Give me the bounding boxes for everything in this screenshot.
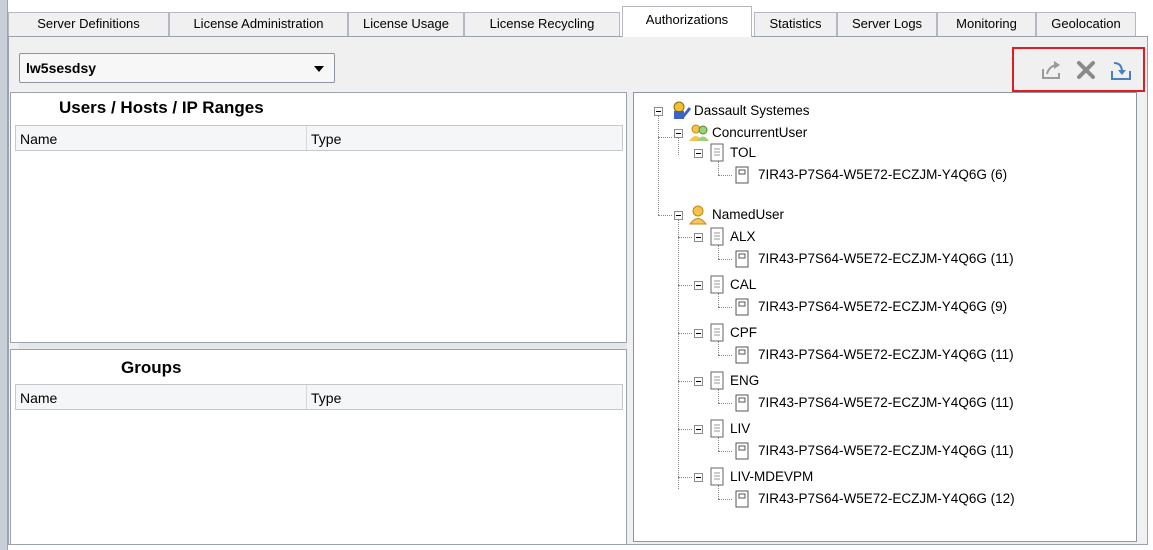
document-icon	[708, 143, 726, 169]
tree-node-root[interactable]: Dassault Systemes	[650, 101, 870, 121]
document-icon	[708, 371, 726, 397]
tree-node-product-label: CAL	[730, 277, 757, 292]
tab-strip: Server Definitions License Administratio…	[8, 6, 1148, 37]
export-icon[interactable]	[1040, 59, 1062, 81]
license-key-icon	[734, 165, 750, 191]
users-panel-title: Users / Hosts / IP Ranges	[59, 98, 264, 117]
license-key-icon	[734, 393, 750, 419]
users-col-name[interactable]: Name	[20, 131, 57, 147]
tree-node-product[interactable]: ALX	[690, 227, 910, 247]
tree-node-license-label: 7IR43-P7S64-W5E72-ECZJM-Y4Q6G (11)	[758, 443, 1014, 458]
users-hosts-panel: Users / Hosts / IP Ranges Name Type	[10, 92, 627, 343]
tab-license-recycling[interactable]: License Recycling	[464, 12, 620, 36]
collapse-icon[interactable]	[674, 129, 683, 138]
collapse-icon[interactable]	[654, 107, 663, 116]
tree-node-license[interactable]: 7IR43-P7S64-W5E72-ECZJM-Y4Q6G (12)	[734, 489, 1094, 509]
tree-node-tol-license-label: 7IR43-P7S64-W5E72-ECZJM-Y4Q6G (6)	[758, 167, 1008, 182]
tree-node-product-label: ENG	[730, 373, 760, 388]
document-icon	[708, 275, 726, 301]
tab-statistics[interactable]: Statistics	[754, 12, 837, 36]
tree-node-concurrent-user-label: ConcurrentUser	[712, 125, 808, 140]
server-select[interactable]: lw5sesdsy	[19, 53, 335, 83]
tree-node-license-label: 7IR43-P7S64-W5E72-ECZJM-Y4Q6G (11)	[758, 347, 1014, 362]
tab-server-definitions[interactable]: Server Definitions	[8, 12, 169, 36]
tab-geolocation[interactable]: Geolocation	[1036, 12, 1136, 36]
collapse-icon[interactable]	[674, 211, 683, 220]
tree-node-product[interactable]: CAL	[690, 275, 910, 295]
groups-table-header: Name Type	[15, 384, 623, 410]
tab-server-logs[interactable]: Server Logs	[837, 12, 937, 36]
tree-node-named-user-label: NamedUser	[712, 207, 785, 222]
tab-monitoring[interactable]: Monitoring	[937, 12, 1036, 36]
tree-node-concurrent-user[interactable]: ConcurrentUser	[670, 123, 890, 143]
groups-panel-title: Groups	[121, 358, 182, 377]
license-key-icon	[734, 441, 750, 467]
users-col-type[interactable]: Type	[311, 131, 341, 147]
tree-node-license[interactable]: 7IR43-P7S64-W5E72-ECZJM-Y4Q6G (9)	[734, 297, 1094, 317]
license-key-icon	[734, 489, 750, 515]
collapse-icon[interactable]	[694, 329, 703, 338]
tree-node-product[interactable]: LIV	[690, 419, 910, 439]
column-separator[interactable]	[306, 385, 307, 409]
tree-node-license[interactable]: 7IR43-P7S64-W5E72-ECZJM-Y4Q6G (11)	[734, 393, 1094, 413]
license-key-icon	[734, 297, 750, 323]
tree-node-tol-label: TOL	[730, 145, 757, 160]
collapse-icon[interactable]	[694, 473, 703, 482]
tree-node-product[interactable]: ENG	[690, 371, 910, 391]
tree-node-product-label: CPF	[730, 325, 757, 340]
authorizations-panel: lw5sesdsy Users / Hosts / IP Ranges Name…	[8, 36, 1148, 545]
collapse-icon[interactable]	[694, 233, 703, 242]
collapse-icon[interactable]	[694, 425, 703, 434]
collapse-icon[interactable]	[694, 281, 703, 290]
import-icon[interactable]	[1110, 59, 1132, 81]
collapse-icon[interactable]	[694, 377, 703, 386]
server-select-value: lw5sesdsy	[26, 60, 97, 76]
column-separator[interactable]	[306, 126, 307, 150]
groups-panel: Groups Name Type	[10, 349, 627, 545]
tab-license-usage[interactable]: License Usage	[348, 12, 464, 36]
authorization-tree[interactable]: Dassault Systemes ConcurrentUser TOL 7IR…	[633, 92, 1137, 542]
groups-col-type[interactable]: Type	[311, 390, 341, 406]
tab-authorizations[interactable]: Authorizations	[622, 6, 752, 37]
left-edge-bar	[0, 0, 8, 550]
tree-node-named-user[interactable]: NamedUser	[670, 205, 890, 225]
document-icon	[708, 467, 726, 493]
tree-node-product[interactable]: CPF	[690, 323, 910, 343]
tree-node-license-label: 7IR43-P7S64-W5E72-ECZJM-Y4Q6G (11)	[758, 395, 1014, 410]
license-key-icon	[734, 249, 750, 275]
license-key-icon	[734, 345, 750, 371]
tree-node-tol-license[interactable]: 7IR43-P7S64-W5E72-ECZJM-Y4Q6G (6)	[734, 165, 1074, 185]
tab-license-administration[interactable]: License Administration	[169, 12, 348, 36]
tree-node-product-label: ALX	[730, 229, 756, 244]
tree-node-product[interactable]: LIV-MDEVPM	[690, 467, 910, 487]
tree-node-license[interactable]: 7IR43-P7S64-W5E72-ECZJM-Y4Q6G (11)	[734, 441, 1094, 461]
groups-col-name[interactable]: Name	[20, 390, 57, 406]
collapse-icon[interactable]	[694, 149, 703, 158]
tree-node-license[interactable]: 7IR43-P7S64-W5E72-ECZJM-Y4Q6G (11)	[734, 249, 1094, 269]
document-icon	[708, 419, 726, 445]
users-table-header: Name Type	[15, 125, 623, 151]
tree-node-license[interactable]: 7IR43-P7S64-W5E72-ECZJM-Y4Q6G (11)	[734, 345, 1094, 365]
tree-node-license-label: 7IR43-P7S64-W5E72-ECZJM-Y4Q6G (12)	[758, 491, 1015, 506]
tree-node-tol[interactable]: TOL	[690, 143, 910, 163]
document-icon	[708, 227, 726, 253]
tree-node-product-label: LIV	[730, 421, 751, 436]
delete-icon[interactable]	[1075, 59, 1097, 81]
chevron-down-icon[interactable]	[314, 66, 324, 72]
tree-node-root-label: Dassault Systemes	[694, 103, 810, 118]
document-icon	[708, 323, 726, 349]
tree-node-license-label: 7IR43-P7S64-W5E72-ECZJM-Y4Q6G (11)	[758, 251, 1014, 266]
tree-node-product-label: LIV-MDEVPM	[730, 469, 814, 484]
tree-node-license-label: 7IR43-P7S64-W5E72-ECZJM-Y4Q6G (9)	[758, 299, 1008, 314]
toolbar-highlight	[1012, 47, 1145, 92]
